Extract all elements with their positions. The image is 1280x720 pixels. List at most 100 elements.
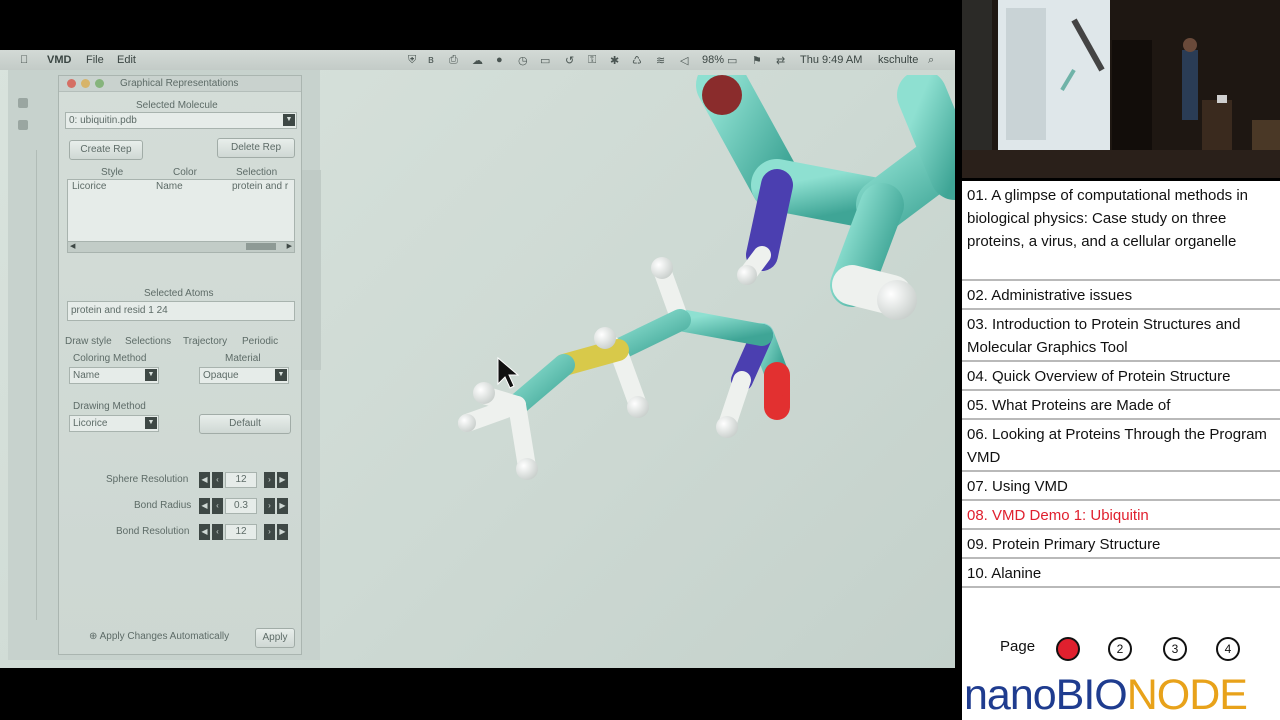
zoom-window-icon[interactable]: [95, 79, 104, 88]
selected-molecule-value: 0: ubiquitin.pdb: [69, 115, 137, 126]
decrement-fast-icon[interactable]: ◀: [199, 524, 210, 540]
selected-atoms-input[interactable]: protein and resid 1 24: [67, 301, 295, 321]
decrement-icon[interactable]: ‹: [212, 524, 223, 540]
delete-rep-button[interactable]: Delete Rep: [217, 138, 295, 158]
wifi-icon[interactable]: ≋: [656, 54, 665, 67]
scroll-thumb[interactable]: [246, 243, 276, 250]
tab-periodic[interactable]: Periodic: [242, 336, 278, 347]
hydrogen-atom: [473, 382, 495, 404]
hydrogen-atom: [651, 257, 673, 279]
toc-item[interactable]: 05. What Proteins are Made of: [962, 391, 1280, 420]
sphere-resolution-stepper[interactable]: ◀ ‹ 12 › ▶: [199, 472, 291, 488]
lock-icon[interactable]: ⚿: [588, 54, 596, 67]
molecule-viewport[interactable]: [322, 59, 955, 655]
increment-icon[interactable]: ›: [264, 472, 275, 488]
apple-icon[interactable]: : [20, 54, 28, 66]
battery-percent[interactable]: 98%: [702, 54, 724, 66]
nanobionode-logo: nanoBIONODE: [964, 671, 1248, 720]
increment-fast-icon[interactable]: ▶: [277, 472, 288, 488]
column-style[interactable]: Style: [101, 167, 123, 178]
coloring-method-label: Coloring Method: [73, 353, 147, 364]
reps-table: Licorice Name protein and r ◀ ▶: [67, 179, 295, 253]
menubar-user[interactable]: kschulte: [878, 54, 918, 66]
tab-draw-style[interactable]: Draw style: [65, 336, 112, 347]
app-menu-vmd[interactable]: VMD: [47, 54, 71, 66]
selected-molecule-dropdown[interactable]: 0: ubiquitin.pdb ▼: [65, 112, 297, 129]
apply-button[interactable]: Apply: [255, 628, 295, 648]
toc-item[interactable]: 04. Quick Overview of Protein Structure: [962, 362, 1280, 391]
tab-trajectory[interactable]: Trajectory: [183, 336, 227, 347]
sphere-resolution-value[interactable]: 12: [225, 472, 257, 488]
menu-edit[interactable]: Edit: [117, 54, 136, 66]
apply-auto-checkbox[interactable]: ⊕ Apply Changes Automatically: [89, 631, 229, 642]
toc-item[interactable]: 08. VMD Demo 1: Ubiquitin: [962, 501, 1280, 530]
page-4-button[interactable]: 4: [1216, 637, 1240, 661]
stop-icon[interactable]: [18, 120, 28, 130]
bond-radius-stepper[interactable]: ◀ ‹ 0.3 › ▶: [199, 498, 291, 514]
page-2-button[interactable]: 2: [1108, 637, 1132, 661]
cloud-icon[interactable]: ☁: [472, 54, 483, 67]
create-rep-button[interactable]: Create Rep: [69, 140, 143, 160]
scroll-left-icon[interactable]: ◀: [70, 242, 75, 250]
table-row[interactable]: Licorice Name protein and r: [68, 181, 294, 193]
flag-icon[interactable]: ⚑: [752, 54, 762, 67]
lecture-toc: 01. A glimpse of computational methods i…: [962, 181, 1280, 593]
selected-atoms-value: protein and resid 1 24: [71, 305, 168, 316]
bond-resolution-stepper[interactable]: ◀ ‹ 12 › ▶: [199, 524, 291, 540]
printer-icon[interactable]: ⎙: [449, 54, 458, 67]
scroll-right-icon[interactable]: ▶: [287, 242, 292, 250]
decrement-icon[interactable]: ‹: [212, 472, 223, 488]
pager-area: Page 1 2 3 4 nanoBIONODE: [962, 593, 1280, 720]
increment-fast-icon[interactable]: ▶: [277, 498, 288, 514]
shield-icon[interactable]: ⛨: [408, 54, 416, 67]
page-number: 2: [1116, 642, 1124, 656]
minimize-window-icon[interactable]: [81, 79, 90, 88]
toc-item[interactable]: 02. Administrative issues: [962, 281, 1280, 310]
column-selection[interactable]: Selection: [236, 167, 277, 178]
toc-item[interactable]: 06. Looking at Proteins Through the Prog…: [962, 420, 1280, 472]
volume-icon[interactable]: ◁: [680, 54, 688, 67]
decrement-icon[interactable]: ‹: [212, 498, 223, 514]
menu-file[interactable]: File: [86, 54, 104, 66]
clock-icon[interactable]: ◷: [518, 54, 528, 67]
horizontal-scrollbar[interactable]: ◀ ▶: [68, 241, 294, 252]
window-title: Graphical Representations: [120, 78, 239, 89]
toc-item[interactable]: 07. Using VMD: [962, 472, 1280, 501]
timemachine-icon[interactable]: ↺: [565, 54, 574, 67]
menubar-clock[interactable]: Thu 9:49 AM: [800, 54, 862, 66]
page-3-button[interactable]: 3: [1163, 637, 1187, 661]
close-window-icon[interactable]: [67, 79, 76, 88]
play-icon[interactable]: [18, 98, 28, 108]
default-button[interactable]: Default: [199, 414, 291, 434]
bond: [897, 70, 955, 200]
record-icon[interactable]: ●: [496, 54, 503, 66]
display-icon[interactable]: ▭: [540, 54, 550, 67]
hydrogen-atom: [458, 414, 476, 432]
drawing-method-dropdown[interactable]: Licorice ▼: [69, 415, 159, 432]
toc-item[interactable]: 09. Protein Primary Structure: [962, 530, 1280, 559]
bluetooth-icon[interactable]: ✱: [610, 54, 619, 67]
increment-icon[interactable]: ›: [264, 498, 275, 514]
spotlight-icon[interactable]: ⌕: [928, 54, 934, 67]
logo-bio: BIO: [1055, 671, 1128, 719]
recycle-icon[interactable]: ♺: [632, 54, 642, 67]
bluetooth-b-icon[interactable]: ʙ: [428, 54, 434, 66]
column-color[interactable]: Color: [173, 167, 197, 178]
decrement-fast-icon[interactable]: ◀: [199, 472, 210, 488]
toc-item[interactable]: 03. Introduction to Protein Structures a…: [962, 310, 1280, 362]
apply-auto-label: Apply Changes Automatically: [99, 631, 230, 642]
sync-icon[interactable]: ⇄: [776, 54, 785, 67]
toc-item[interactable]: 01. A glimpse of computational methods i…: [962, 181, 1280, 281]
page-1-button[interactable]: 1: [1056, 637, 1080, 661]
material-dropdown[interactable]: Opaque ▼: [199, 367, 289, 384]
increment-icon[interactable]: ›: [264, 524, 275, 540]
toc-item[interactable]: 10. Alanine: [962, 559, 1280, 588]
decrement-fast-icon[interactable]: ◀: [199, 498, 210, 514]
coloring-method-dropdown[interactable]: Name ▼: [69, 367, 159, 384]
increment-fast-icon[interactable]: ▶: [277, 524, 288, 540]
rep-style: Licorice: [72, 181, 107, 192]
bond-radius-value[interactable]: 0.3: [225, 498, 257, 514]
window-titlebar[interactable]: Graphical Representations: [59, 76, 301, 92]
bond-resolution-value[interactable]: 12: [225, 524, 257, 540]
tab-selections[interactable]: Selections: [125, 336, 171, 347]
